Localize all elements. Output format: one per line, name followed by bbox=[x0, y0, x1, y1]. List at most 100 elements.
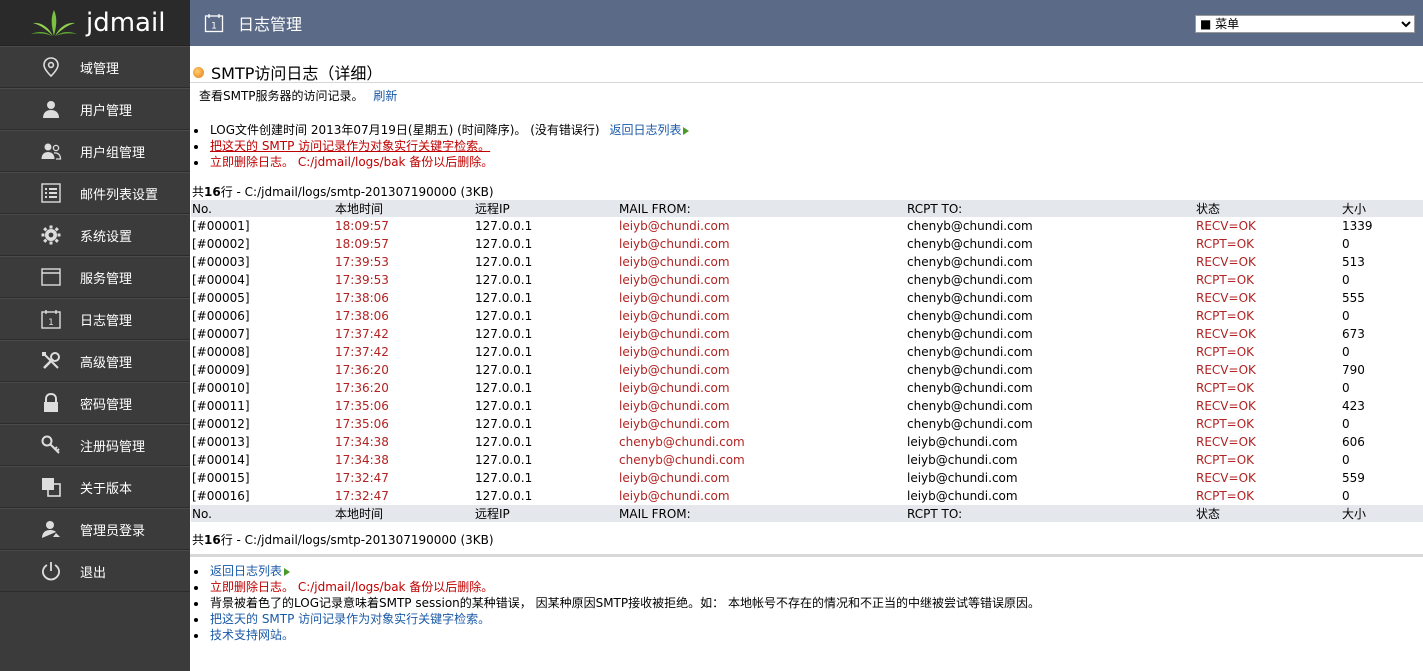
delete-log-link[interactable]: 立即删除日志。 C:/jdmail/logs/bak 备份以后删除。 bbox=[210, 155, 493, 169]
mail-from-cell: leiyb@chundi.com bbox=[619, 471, 730, 485]
local-time-cell: 17:38:06 bbox=[335, 309, 389, 323]
mail-from-cell: leiyb@chundi.com bbox=[619, 417, 730, 431]
rcpt-to-cell: chenyb@chundi.com bbox=[907, 309, 1033, 323]
col-rcpt-to-header: RCPT TO: bbox=[906, 505, 1195, 522]
list-item: 技术支持网站。 bbox=[194, 627, 1040, 643]
sidebar-item-calendar[interactable]: 1 日志管理 bbox=[0, 298, 190, 340]
back-to-log-list-link[interactable]: 返回日志列表 bbox=[609, 123, 690, 137]
local-time-cell: 17:35:06 bbox=[335, 417, 389, 431]
sidebar-item-lock[interactable]: 密码管理 bbox=[0, 382, 190, 424]
keyword-search-link-bottom[interactable]: 把这天的 SMTP 访问记录作为对象实行关键字检索。 bbox=[210, 612, 490, 626]
table-row: [#00010] 17:36:20 127.0.0.1 leiyb@chundi.co… bbox=[191, 379, 1423, 397]
sidebar-item-power[interactable]: 退出 bbox=[0, 550, 190, 592]
table-row: [#00001] 18:09:57 127.0.0.1 leiyb@chundi.co… bbox=[191, 217, 1423, 235]
menu-select[interactable]: ■ 菜单 bbox=[1195, 15, 1415, 33]
sidebar-item-window[interactable]: 服务管理 bbox=[0, 256, 190, 298]
table-row: [#00009] 17:36:20 127.0.0.1 leiyb@chundi.co… bbox=[191, 361, 1423, 379]
mail-from-cell: leiyb@chundi.com bbox=[619, 327, 730, 341]
table-row: [#00006] 17:38:06 127.0.0.1 leiyb@chundi.co… bbox=[191, 307, 1423, 325]
green-arrow-icon bbox=[284, 567, 291, 576]
rcpt-to-cell: leiyb@chundi.com bbox=[907, 471, 1018, 485]
col-mail-from-header: MAIL FROM: bbox=[618, 200, 906, 217]
svg-text:1: 1 bbox=[48, 318, 54, 328]
app-logo[interactable]: jdmail bbox=[0, 0, 190, 46]
size-cell: 1339 bbox=[1342, 219, 1373, 233]
leaf-logo-icon bbox=[31, 9, 77, 36]
remote-ip-cell: 127.0.0.1 bbox=[475, 291, 533, 305]
remote-ip-cell: 127.0.0.1 bbox=[475, 435, 533, 449]
size-cell: 423 bbox=[1342, 399, 1365, 413]
sidebar-item-label: 服务管理 bbox=[80, 271, 133, 287]
rcpt-to-cell: chenyb@chundi.com bbox=[907, 345, 1033, 359]
status-cell: RECV=OK bbox=[1196, 399, 1256, 413]
sidebar-item-list[interactable]: 邮件列表设置 bbox=[0, 172, 190, 214]
power-icon bbox=[40, 560, 62, 582]
mail-from-cell: leiyb@chundi.com bbox=[619, 489, 730, 503]
local-time-cell: 17:37:42 bbox=[335, 327, 389, 341]
sidebar-item-label: 系统设置 bbox=[80, 229, 133, 245]
no-cell: [#00004] bbox=[192, 273, 250, 287]
delete-log-link-bottom[interactable]: 立即删除日志。 C:/jdmail/logs/bak 备份以后删除。 bbox=[210, 580, 493, 594]
local-time-cell: 18:09:57 bbox=[335, 237, 389, 251]
size-cell: 606 bbox=[1342, 435, 1365, 449]
back-to-log-list-label[interactable]: 返回日志列表 bbox=[609, 123, 681, 137]
status-cell: RECV=OK bbox=[1196, 435, 1256, 449]
back-to-log-list-link-bottom[interactable]: 返回日志列表 bbox=[210, 564, 291, 578]
no-cell: [#00006] bbox=[192, 309, 250, 323]
table-header-row: No. 本地时间 远程IP MAIL FROM: RCPT TO: 状态 大小 bbox=[191, 200, 1423, 217]
window-icon bbox=[40, 266, 62, 288]
local-time-cell: 18:09:57 bbox=[335, 219, 389, 233]
remote-ip-cell: 127.0.0.1 bbox=[475, 417, 533, 431]
sidebar-item-tools[interactable]: 高级管理 bbox=[0, 340, 190, 382]
status-cell: RECV=OK bbox=[1196, 471, 1256, 485]
no-cell: [#00016] bbox=[192, 489, 250, 503]
green-arrow-icon bbox=[683, 126, 690, 135]
rcpt-to-cell: chenyb@chundi.com bbox=[907, 417, 1033, 431]
sidebar-item-admin-user[interactable]: 管理员登录 bbox=[0, 508, 190, 550]
col-no-header: No. bbox=[191, 200, 334, 217]
status-cell: RECV=OK bbox=[1196, 363, 1256, 377]
rcpt-to-cell: leiyb@chundi.com bbox=[907, 489, 1018, 503]
bottom-action-list: 返回日志列表 立即删除日志。 C:/jdmail/logs/bak 备份以后删除… bbox=[194, 563, 1040, 643]
refresh-link[interactable]: 刷新 bbox=[373, 89, 397, 103]
sidebar-item-label: 日志管理 bbox=[80, 313, 133, 329]
list-item: 把这天的 SMTP 访问记录作为对象实行关键字检索。 bbox=[194, 611, 1040, 627]
back-to-log-list-label[interactable]: 返回日志列表 bbox=[210, 564, 282, 578]
sidebar-item-label: 邮件列表设置 bbox=[80, 187, 159, 203]
summary-suffix: 行 - C:/jdmail/logs/smtp-201307190000 (3K… bbox=[220, 185, 494, 199]
sidebar-item-copy[interactable]: 关于版本 bbox=[0, 466, 190, 508]
support-site-link[interactable]: 技术支持网站。 bbox=[210, 628, 294, 642]
sidebar-item-gear[interactable]: 系统设置 bbox=[0, 214, 190, 256]
col-size-header: 大小 bbox=[1341, 505, 1423, 522]
mail-from-cell: leiyb@chundi.com bbox=[619, 237, 730, 251]
status-cell: RECV=OK bbox=[1196, 291, 1256, 305]
rcpt-to-cell: chenyb@chundi.com bbox=[907, 291, 1033, 305]
bottom-divider bbox=[190, 554, 1423, 557]
remote-ip-cell: 127.0.0.1 bbox=[475, 255, 533, 269]
sidebar-item-location-pin[interactable]: 域管理 bbox=[0, 46, 190, 88]
calendar-icon: 1 bbox=[40, 308, 62, 330]
mail-from-cell: leiyb@chundi.com bbox=[619, 219, 730, 233]
sidebar-item-users-group[interactable]: 用户组管理 bbox=[0, 130, 190, 172]
brand-name: jdmail bbox=[86, 7, 166, 38]
remote-ip-cell: 127.0.0.1 bbox=[475, 219, 533, 233]
col-remote-ip-header: 远程IP bbox=[474, 505, 618, 522]
rcpt-to-cell: chenyb@chundi.com bbox=[907, 237, 1033, 251]
size-cell: 0 bbox=[1342, 345, 1350, 359]
no-cell: [#00002] bbox=[192, 237, 250, 251]
size-cell: 0 bbox=[1342, 489, 1350, 503]
status-cell: RCPT=OK bbox=[1196, 309, 1255, 323]
sidebar-item-key[interactable]: 注册码管理 bbox=[0, 424, 190, 466]
local-time-cell: 17:39:53 bbox=[335, 273, 389, 287]
size-cell: 555 bbox=[1342, 291, 1365, 305]
rcpt-to-cell: chenyb@chundi.com bbox=[907, 381, 1033, 395]
mail-from-cell: leiyb@chundi.com bbox=[619, 309, 730, 323]
main-content: SMTP访问日志（详细） 查看SMTP服务器的访问记录。 刷新 LOG文件创建时… bbox=[190, 46, 1423, 671]
table-row: [#00015] 17:32:47 127.0.0.1 leiyb@chundi.co… bbox=[191, 469, 1423, 487]
sidebar-item-user[interactable]: 用户管理 bbox=[0, 88, 190, 130]
keyword-search-link[interactable]: 把这天的 SMTP 访问记录作为对象实行关键字检索。 bbox=[210, 139, 490, 153]
mail-from-cell: leiyb@chundi.com bbox=[619, 363, 730, 377]
status-cell: RCPT=OK bbox=[1196, 345, 1255, 359]
size-cell: 673 bbox=[1342, 327, 1365, 341]
no-cell: [#00012] bbox=[192, 417, 250, 431]
